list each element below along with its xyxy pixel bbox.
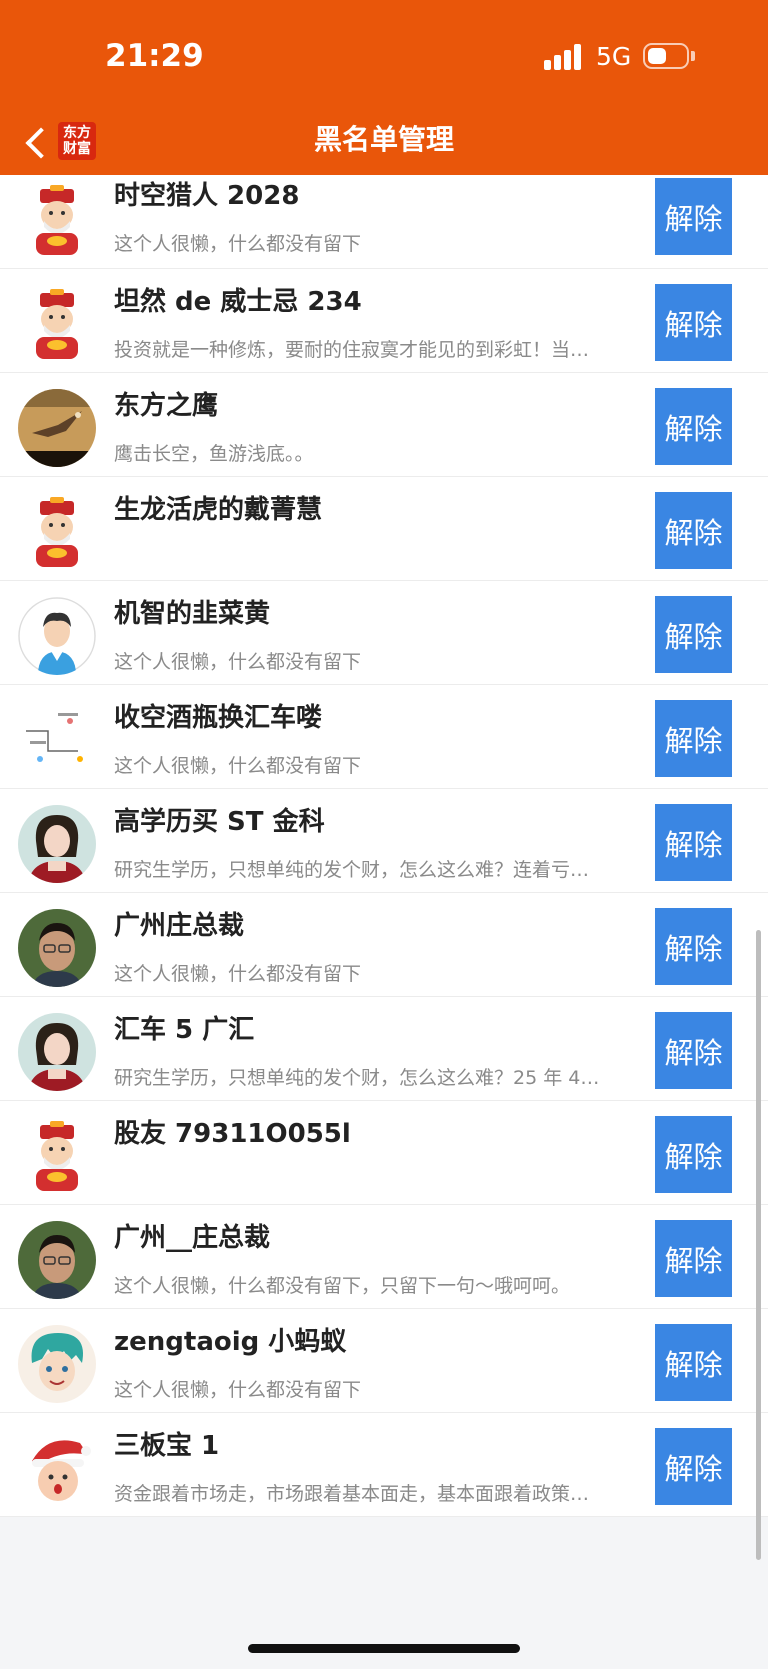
user-bio: 这个人很懒，什么都没有留下 xyxy=(114,233,362,255)
list-item[interactable]: 东方之鹰鹰击长空，鱼游浅底。。 解除 xyxy=(0,373,768,477)
app-header: 21:29 5G 东方 财富 黑名单管理 xyxy=(0,0,768,175)
user-bio: 这个人很懒，什么都没有留下 xyxy=(114,651,362,673)
list-item[interactable]: 股友 79311O055l 解除 xyxy=(0,1101,768,1205)
avatar[interactable] xyxy=(18,909,96,987)
status-bar: 21:29 5G xyxy=(0,0,768,110)
user-name: 东方之鹰 xyxy=(114,391,219,421)
user-bio: 研究生学历，只想单纯的发个财，怎么这么难？25 年 4… xyxy=(114,1067,600,1089)
unblock-button[interactable]: 解除 xyxy=(655,492,732,569)
blacklist: 时空猎人 2028 这个人很懒，什么都没有留下 解除 坦然 de 威士忌 234 投资就… xyxy=(0,175,768,1517)
avatar[interactable] xyxy=(18,493,96,571)
avatar[interactable] xyxy=(18,1117,96,1195)
unblock-button[interactable]: 解除 xyxy=(655,178,732,255)
list-item[interactable]: 生龙活虎的戴菁慧 解除 xyxy=(0,477,768,581)
unblock-button[interactable]: 解除 xyxy=(655,1428,732,1505)
avatar[interactable] xyxy=(18,181,96,259)
user-name: 时空猎人 2028 xyxy=(114,181,300,211)
list-item[interactable]: 广州__庄总裁这个人很懒，什么都没有留下，只留下一句～哦呵呵。 解除 xyxy=(0,1205,768,1309)
avatar[interactable] xyxy=(18,1325,96,1403)
user-name: 收空酒瓶换汇车喽 xyxy=(114,703,323,733)
list-item[interactable]: 收空酒瓶换汇车喽这个人很懒，什么都没有留下 解除 xyxy=(0,685,768,789)
unblock-button[interactable]: 解除 xyxy=(655,596,732,673)
avatar[interactable] xyxy=(18,1221,96,1299)
user-name: 生龙活虎的戴菁慧 xyxy=(114,495,323,525)
user-bio: 资金跟着市场走，市场跟着基本面走，基本面跟着政策… xyxy=(114,1483,590,1505)
user-name: 广州__庄总裁 xyxy=(114,1223,271,1253)
user-name: 广州庄总裁 xyxy=(114,911,245,941)
list-item[interactable]: 时空猎人 2028 这个人很懒，什么都没有留下 解除 xyxy=(0,175,768,269)
user-name: 高学历买 ST 金科 xyxy=(114,807,325,837)
user-name: 汇车 5 广汇 xyxy=(114,1015,255,1045)
user-name: 机智的韭菜黄 xyxy=(114,599,271,629)
user-name: zengtaoig 小蚂蚁 xyxy=(114,1327,347,1357)
unblock-button[interactable]: 解除 xyxy=(655,1324,732,1401)
battery-icon xyxy=(643,43,689,69)
avatar[interactable] xyxy=(18,805,96,883)
user-name: 坦然 de 威士忌 234 xyxy=(114,287,362,317)
avatar[interactable] xyxy=(18,285,96,363)
home-indicator[interactable] xyxy=(248,1644,520,1653)
list-item[interactable]: 三板宝 1 资金跟着市场走，市场跟着基本面走，基本面跟着政策… 解除 xyxy=(0,1413,768,1517)
avatar[interactable] xyxy=(18,597,96,675)
status-time: 21:29 xyxy=(105,38,204,74)
scrollbar[interactable] xyxy=(756,930,761,1560)
unblock-button[interactable]: 解除 xyxy=(655,700,732,777)
list-item[interactable]: 机智的韭菜黄这个人很懒，什么都没有留下 解除 xyxy=(0,581,768,685)
user-name: 三板宝 1 xyxy=(114,1431,220,1461)
avatar[interactable] xyxy=(18,389,96,467)
list-item[interactable]: zengtaoig 小蚂蚁这个人很懒，什么都没有留下 解除 xyxy=(0,1309,768,1413)
unblock-button[interactable]: 解除 xyxy=(655,804,732,881)
unblock-button[interactable]: 解除 xyxy=(655,284,732,361)
user-name: 股友 79311O055l xyxy=(114,1119,351,1149)
user-bio: 投资就是一种修炼，要耐的住寂寞才能见的到彩虹！当… xyxy=(114,339,590,361)
battery-tip xyxy=(691,51,695,61)
user-bio: 这个人很懒，什么都没有留下 xyxy=(114,755,362,777)
signal-icon xyxy=(544,44,584,70)
user-bio: 这个人很懒，什么都没有留下，只留下一句～哦呵呵。 xyxy=(114,1275,571,1297)
unblock-button[interactable]: 解除 xyxy=(655,908,732,985)
nav-bar: 东方 财富 黑名单管理 xyxy=(0,110,768,175)
unblock-button[interactable]: 解除 xyxy=(655,1220,732,1297)
unblock-button[interactable]: 解除 xyxy=(655,1012,732,1089)
page-title: 黑名单管理 xyxy=(313,123,454,156)
avatar[interactable] xyxy=(18,1429,96,1507)
network-type: 5G xyxy=(596,42,632,71)
user-bio: 这个人很懒，什么都没有留下 xyxy=(114,963,362,985)
avatar[interactable] xyxy=(18,1013,96,1091)
user-bio: 研究生学历，只想单纯的发个财，怎么这么难？连着亏… xyxy=(114,859,590,881)
list-item[interactable]: 广州庄总裁这个人很懒，什么都没有留下 解除 xyxy=(0,893,768,997)
list-item[interactable]: 坦然 de 威士忌 234 投资就是一种修炼，要耐的住寂寞才能见的到彩虹！当… 解除 xyxy=(0,269,768,373)
unblock-button[interactable]: 解除 xyxy=(655,388,732,465)
user-bio: 鹰击长空，鱼游浅底。。 xyxy=(114,443,314,465)
list-item[interactable]: 高学历买 ST 金科研究生学历，只想单纯的发个财，怎么这么难？连着亏… 解除 xyxy=(0,789,768,893)
avatar[interactable] xyxy=(18,701,96,779)
unblock-button[interactable]: 解除 xyxy=(655,1116,732,1193)
list-item[interactable]: 汇车 5 广汇研究生学历，只想单纯的发个财，怎么这么难？25 年 4… 解除 xyxy=(0,997,768,1101)
user-bio: 这个人很懒，什么都没有留下 xyxy=(114,1379,362,1401)
